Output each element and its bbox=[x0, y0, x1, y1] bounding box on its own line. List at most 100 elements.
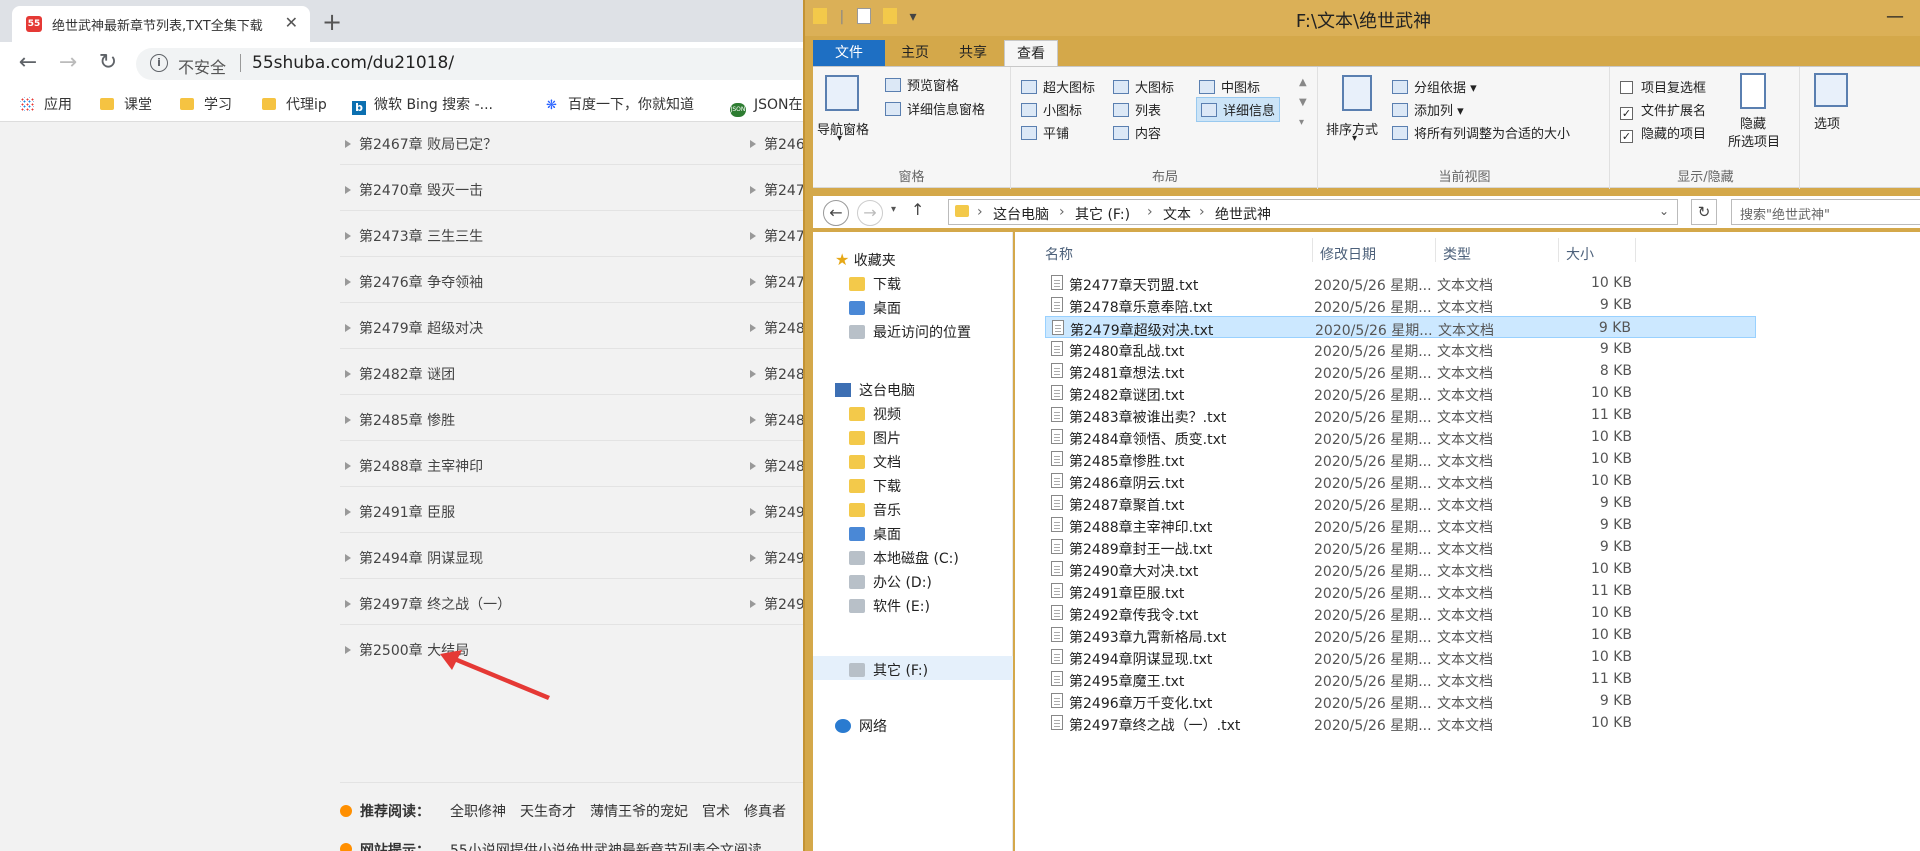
navigation-pane-icon[interactable] bbox=[825, 75, 859, 111]
column-separator[interactable] bbox=[1435, 238, 1436, 262]
recent-locations-icon[interactable]: ▾ bbox=[891, 204, 896, 215]
nav-pictures[interactable]: 图片 bbox=[849, 428, 901, 448]
nav-drive-e[interactable]: 软件 (E:) bbox=[849, 596, 930, 616]
crumb-separator-icon[interactable]: › bbox=[1147, 204, 1153, 220]
nav-drive-c[interactable]: 本地磁盘 (C:) bbox=[849, 548, 959, 568]
bookmark-apps[interactable]: 应用 bbox=[20, 94, 72, 114]
item-checkboxes-toggle[interactable]: 项目复选框 bbox=[1620, 77, 1706, 96]
refresh-icon[interactable]: ↻ bbox=[1691, 199, 1717, 225]
breadcrumb-item[interactable]: 其它 (F:) bbox=[1075, 204, 1130, 224]
fit-columns-button[interactable]: 将所有列调整为合适的大小 bbox=[1392, 123, 1570, 142]
nav-videos[interactable]: 视频 bbox=[849, 404, 901, 424]
chapter-link[interactable]: 第247 bbox=[750, 272, 803, 292]
layout-list[interactable]: 列表 bbox=[1113, 100, 1161, 119]
hide-selected-button-line2[interactable]: 所选项目 bbox=[1728, 131, 1780, 150]
chapter-link[interactable]: 第249 bbox=[750, 502, 803, 522]
recommend-link[interactable]: 官术 bbox=[702, 804, 730, 820]
chapter-link[interactable]: 第249 bbox=[750, 594, 803, 614]
layout-extra-large-icons[interactable]: 超大图标 bbox=[1021, 77, 1095, 96]
options-icon[interactable] bbox=[1814, 73, 1848, 107]
chapter-link[interactable]: 第2494章 阴谋显现 bbox=[345, 548, 483, 568]
file-row[interactable]: 第2478章乐意奉陪.txt 2020/5/26 星期... 文本文档 9 KB bbox=[1045, 294, 1756, 316]
tab-home[interactable]: 主页 bbox=[889, 40, 941, 66]
hide-selected-button[interactable]: 隐藏 bbox=[1740, 113, 1766, 132]
recommend-link[interactable]: 修真者 bbox=[744, 804, 786, 820]
back-icon[interactable]: ← bbox=[14, 50, 42, 75]
tab-share[interactable]: 共享 bbox=[947, 40, 999, 66]
crumb-separator-icon[interactable]: › bbox=[1059, 204, 1065, 220]
chapter-link[interactable]: 第2491章 臣服 bbox=[345, 502, 455, 522]
chapter-link[interactable]: 第2473章 三生三生 bbox=[345, 226, 483, 246]
column-separator[interactable] bbox=[1312, 238, 1313, 262]
navigation-pane-button[interactable]: 导航窗格 bbox=[817, 119, 869, 138]
file-row[interactable]: 第2481章想法.txt 2020/5/26 星期... 文本文档 8 KB bbox=[1045, 360, 1756, 382]
chapter-link[interactable]: 第247 bbox=[750, 226, 803, 246]
chapter-link[interactable]: 第247 bbox=[750, 180, 803, 200]
chapter-link[interactable]: 第248 bbox=[750, 456, 803, 476]
nav-documents[interactable]: 文档 bbox=[849, 452, 901, 472]
crumb-separator-icon[interactable]: › bbox=[1199, 204, 1205, 220]
file-row[interactable]: 第2482章谜团.txt 2020/5/26 星期... 文本文档 10 KB bbox=[1045, 382, 1756, 404]
new-tab-icon[interactable]: + bbox=[322, 8, 342, 36]
address-box[interactable]: › 这台电脑 › 其它 (F:) › 文本 › 绝世武神 ⌄ bbox=[948, 199, 1678, 225]
breadcrumb-item[interactable]: 文本 bbox=[1163, 204, 1191, 224]
layout-scroll-icon[interactable]: ▲ ▼ ▾ bbox=[1299, 73, 1307, 133]
checkbox-unchecked[interactable] bbox=[1620, 81, 1633, 94]
address-bar[interactable]: i 不安全 55shuba.com/du21018/ bbox=[136, 48, 803, 80]
search-input[interactable]: 搜索"绝世武神" bbox=[1731, 199, 1920, 225]
file-row[interactable]: 第2486章阴云.txt 2020/5/26 星期... 文本文档 10 KB bbox=[1045, 470, 1756, 492]
breadcrumb-item[interactable]: 绝世武神 bbox=[1215, 204, 1271, 224]
preview-pane-button[interactable]: 预览窗格 bbox=[885, 75, 959, 94]
tab-file[interactable]: 文件 bbox=[813, 40, 885, 66]
column-header-date[interactable]: 修改日期 bbox=[1320, 244, 1376, 264]
layout-tiles[interactable]: 平铺 bbox=[1021, 123, 1069, 142]
layout-large-icons[interactable]: 大图标 bbox=[1113, 77, 1174, 96]
file-row[interactable]: 第2494章阴谋显现.txt 2020/5/26 星期... 文本文档 10 KB bbox=[1045, 646, 1756, 668]
file-row[interactable]: 第2484章领悟、质变.txt 2020/5/26 星期... 文本文档 10 KB bbox=[1045, 426, 1756, 448]
bookmark-item[interactable]: b 微软 Bing 搜索 -... bbox=[352, 94, 493, 115]
layout-details[interactable]: 详细信息 bbox=[1196, 97, 1281, 122]
add-column-button[interactable]: 添加列 ▾ bbox=[1392, 100, 1464, 119]
chapter-link[interactable]: 第2467章 败局已定？ bbox=[345, 134, 497, 154]
file-row[interactable]: 第2489章封王一战.txt 2020/5/26 星期... 文本文档 9 KB bbox=[1045, 536, 1756, 558]
nav-network[interactable]: 网络 bbox=[835, 716, 887, 736]
file-row[interactable]: 第2496章万千变化.txt 2020/5/26 星期... 文本文档 9 KB bbox=[1045, 690, 1756, 712]
nav-fav-recent[interactable]: 最近访问的位置 bbox=[849, 322, 971, 342]
file-row[interactable]: 第2487章聚首.txt 2020/5/26 星期... 文本文档 9 KB bbox=[1045, 492, 1756, 514]
info-icon[interactable]: i bbox=[150, 54, 168, 72]
file-row[interactable]: 第2488章主宰神印.txt 2020/5/26 星期... 文本文档 9 KB bbox=[1045, 514, 1756, 536]
chapter-link[interactable]: 第2488章 主宰神印 bbox=[345, 456, 483, 476]
file-row[interactable]: 第2479章超级对决.txt 2020/5/26 星期... 文本文档 9 KB bbox=[1045, 316, 1756, 339]
file-row[interactable]: 第2495章魔王.txt 2020/5/26 星期... 文本文档 11 KB bbox=[1045, 668, 1756, 690]
group-by-button[interactable]: 分组依据 ▾ bbox=[1392, 77, 1477, 96]
chevron-down-icon[interactable]: ▾ bbox=[1352, 133, 1357, 144]
nav-drive-f[interactable]: 其它 (F:) bbox=[849, 660, 928, 680]
file-row[interactable]: 第2497章终之战（一）.txt 2020/5/26 星期... 文本文档 10 KB bbox=[1045, 712, 1756, 734]
file-row[interactable]: 第2491章臣服.txt 2020/5/26 星期... 文本文档 11 KB bbox=[1045, 580, 1756, 602]
nav-this-pc[interactable]: 这台电脑 bbox=[835, 380, 915, 400]
bookmark-item[interactable]: 课堂 bbox=[100, 94, 152, 114]
back-icon[interactable]: ← bbox=[823, 200, 849, 226]
chapter-link[interactable]: 第2497章 终之战（一） bbox=[345, 594, 511, 614]
chapter-link[interactable]: 第249 bbox=[750, 548, 803, 568]
checkbox-checked[interactable]: ✓ bbox=[1620, 130, 1633, 143]
chapter-link[interactable]: 第248 bbox=[750, 364, 803, 384]
layout-medium-icons[interactable]: 中图标 bbox=[1199, 77, 1260, 96]
column-header-size[interactable]: 大小 bbox=[1566, 244, 1594, 264]
file-row[interactable]: 第2492章传我令.txt 2020/5/26 星期... 文本文档 10 KB bbox=[1045, 602, 1756, 624]
layout-small-icons[interactable]: 小图标 bbox=[1021, 100, 1082, 119]
chapter-link[interactable]: 第2479章 超级对决 bbox=[345, 318, 483, 338]
up-icon[interactable]: ↑ bbox=[911, 200, 924, 219]
checkbox-checked[interactable]: ✓ bbox=[1620, 107, 1633, 120]
browser-tab[interactable]: 55 绝世武神最新章节列表,TXT全集下载 ✕ bbox=[12, 6, 310, 42]
nav-drive-d[interactable]: 办公 (D:) bbox=[849, 572, 932, 592]
bookmark-item[interactable]: ❋ 百度一下，你就知道 bbox=[546, 94, 694, 114]
forward-icon[interactable]: → bbox=[857, 200, 883, 226]
hide-selected-icon[interactable] bbox=[1740, 73, 1766, 109]
chapter-link[interactable]: 第2476章 争夺领袖 bbox=[345, 272, 483, 292]
recommend-link[interactable]: 全职修神 bbox=[450, 804, 506, 820]
bookmark-item[interactable]: JSON JSON在 bbox=[730, 94, 803, 117]
chapter-link[interactable]: 第2470章 毁灭一击 bbox=[345, 180, 483, 200]
minimize-icon[interactable]: — bbox=[1886, 6, 1904, 27]
file-row[interactable]: 第2477章天罚盟.txt 2020/5/26 星期... 文本文档 10 KB bbox=[1045, 272, 1756, 294]
